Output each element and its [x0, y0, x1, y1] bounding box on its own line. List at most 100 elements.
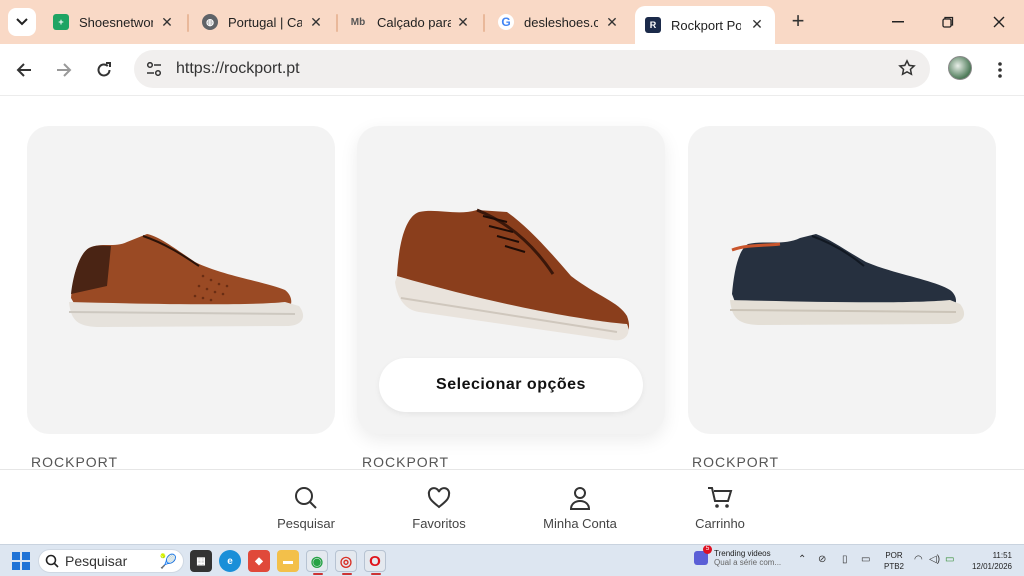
anydesk-button[interactable]: ◆	[248, 550, 270, 572]
usb-icon[interactable]: ▯	[842, 554, 848, 565]
tab-title: Calçado para	[377, 14, 451, 30]
restore-icon	[942, 16, 954, 28]
product-brand[interactable]: ROCKPORT	[692, 454, 779, 469]
tab-strip: + Shoesnetwork ✕ ◍ Portugal | Ca ✕ Mb Ca…	[0, 0, 1024, 44]
heart-icon	[427, 487, 451, 509]
anydesk-icon: ◆	[255, 555, 263, 567]
clock-date: 12/01/2026	[971, 562, 1012, 571]
sheets-icon: +	[53, 14, 69, 30]
nav-label: Minha Conta	[543, 516, 617, 531]
cart-icon	[708, 487, 733, 508]
close-icon[interactable]: ✕	[453, 12, 473, 32]
system-clock[interactable]: 11:51 12/01/2026	[968, 550, 1012, 572]
tab-desleshoes[interactable]: G desleshoes.c ✕	[498, 8, 622, 36]
display-icon[interactable]: ▭	[861, 554, 870, 565]
search-icon	[45, 554, 59, 568]
close-icon	[993, 16, 1005, 28]
product-brand[interactable]: ROCKPORT	[31, 454, 118, 469]
whatsapp-button[interactable]: ◉	[306, 550, 328, 575]
taskbar-search-text: Pesquisar	[65, 553, 128, 569]
tab-title: Rockport Por	[671, 17, 741, 33]
close-icon[interactable]: ✕	[602, 12, 622, 32]
task-view-button[interactable]: ▦	[190, 550, 212, 572]
nav-label: Carrinho	[695, 516, 745, 531]
trending-badge: 5	[703, 545, 712, 554]
product-brand[interactable]: ROCKPORT	[362, 454, 449, 469]
window-close-button[interactable]	[987, 10, 1011, 34]
url-text: https://rockport.pt	[176, 60, 300, 77]
minimize-button[interactable]	[886, 10, 910, 34]
arrow-right-icon	[57, 63, 72, 77]
nav-cart[interactable]: Carrinho	[660, 486, 780, 531]
folder-icon: ▬	[283, 555, 293, 567]
mb-icon: Mb	[350, 16, 366, 28]
language-code: POR	[885, 551, 903, 560]
tab-divider	[483, 14, 485, 32]
windows-icon	[12, 552, 30, 570]
bookmark-star-button[interactable]	[898, 59, 916, 82]
star-icon	[898, 59, 916, 76]
nav-label: Favoritos	[412, 516, 466, 531]
taskbar-search[interactable]: Pesquisar 🎾	[38, 549, 184, 573]
browser-toolbar: https://rockport.pt	[0, 44, 1024, 96]
tab-divider	[187, 14, 189, 32]
user-icon	[569, 487, 591, 510]
restore-button[interactable]	[936, 10, 960, 34]
edge-icon: e	[227, 555, 233, 567]
product-card[interactable]	[688, 126, 996, 434]
edge-button[interactable]: e	[219, 550, 241, 572]
tab-portugal[interactable]: ◍ Portugal | Ca ✕	[202, 8, 326, 36]
whatsapp-icon: ◉	[310, 552, 324, 569]
trending-widget[interactable]: 5 Trending videos Qual a série com...	[694, 545, 782, 567]
opera-icon: O	[369, 552, 381, 570]
new-tab-button[interactable]: +	[787, 10, 809, 32]
select-options-button[interactable]: Selecionar opções	[379, 358, 643, 412]
task-view-icon: ▦	[196, 555, 206, 567]
tab-rockport[interactable]: R Rockport Por ✕	[635, 6, 775, 44]
mobile-bottom-nav: Pesquisar Favoritos Minha Conta Carrinho	[0, 469, 1024, 544]
tab-calcado[interactable]: Mb Calçado para ✕	[349, 8, 473, 36]
reload-button[interactable]	[90, 56, 118, 84]
chrome-button[interactable]: ◎	[335, 550, 357, 575]
tune-icon	[146, 62, 162, 76]
nav-favorites[interactable]: Favoritos	[379, 486, 499, 531]
product-image	[68, 234, 304, 327]
more-vert-icon	[998, 62, 1002, 78]
nav-account[interactable]: Minha Conta	[520, 486, 640, 531]
nav-search[interactable]: Pesquisar	[246, 486, 366, 531]
close-icon[interactable]: ✕	[747, 14, 767, 34]
address-bar[interactable]: https://rockport.pt	[134, 50, 930, 88]
product-grid: Selecionar opções ROCKPORT ROCKPORT ROCK…	[0, 97, 1024, 469]
google-icon: G	[498, 14, 514, 30]
volume-icon[interactable]: ◁)	[929, 554, 940, 565]
opera-button[interactable]: O	[364, 550, 386, 575]
profile-avatar[interactable]	[948, 56, 972, 80]
network-off-icon[interactable]: ⊘	[818, 554, 826, 565]
close-icon[interactable]: ✕	[157, 12, 177, 32]
product-image	[729, 234, 965, 325]
menu-button[interactable]	[990, 56, 1010, 84]
tab-search-button[interactable]	[8, 8, 36, 36]
chevron-up-icon[interactable]: ⌃	[798, 554, 806, 565]
tab-shoesnetwork[interactable]: + Shoesnetwork ✕	[53, 8, 177, 36]
forward-button[interactable]	[50, 56, 78, 84]
search-highlight-icon: 🎾	[159, 552, 177, 569]
trending-title: Trending videos	[714, 549, 771, 558]
site-info-button[interactable]	[140, 55, 168, 83]
wifi-icon[interactable]: ◠	[914, 554, 923, 565]
reload-icon	[97, 62, 111, 77]
chrome-icon: ◎	[339, 552, 353, 569]
tab-title: Portugal | Ca	[228, 14, 302, 30]
language-indicator[interactable]: POR PTB2	[884, 550, 904, 572]
battery-icon[interactable]: ▭	[945, 554, 954, 565]
file-explorer-button[interactable]: ▬	[277, 550, 299, 572]
close-icon[interactable]: ✕	[306, 12, 326, 32]
arrow-left-icon	[16, 63, 31, 77]
product-card[interactable]: Selecionar opções	[357, 126, 665, 434]
trending-subtitle: Qual a série com...	[714, 558, 782, 567]
video-icon: 5	[694, 545, 712, 565]
chevron-down-icon	[16, 18, 28, 26]
start-button[interactable]	[12, 552, 30, 575]
back-button[interactable]	[10, 56, 38, 84]
product-card[interactable]	[27, 126, 335, 434]
